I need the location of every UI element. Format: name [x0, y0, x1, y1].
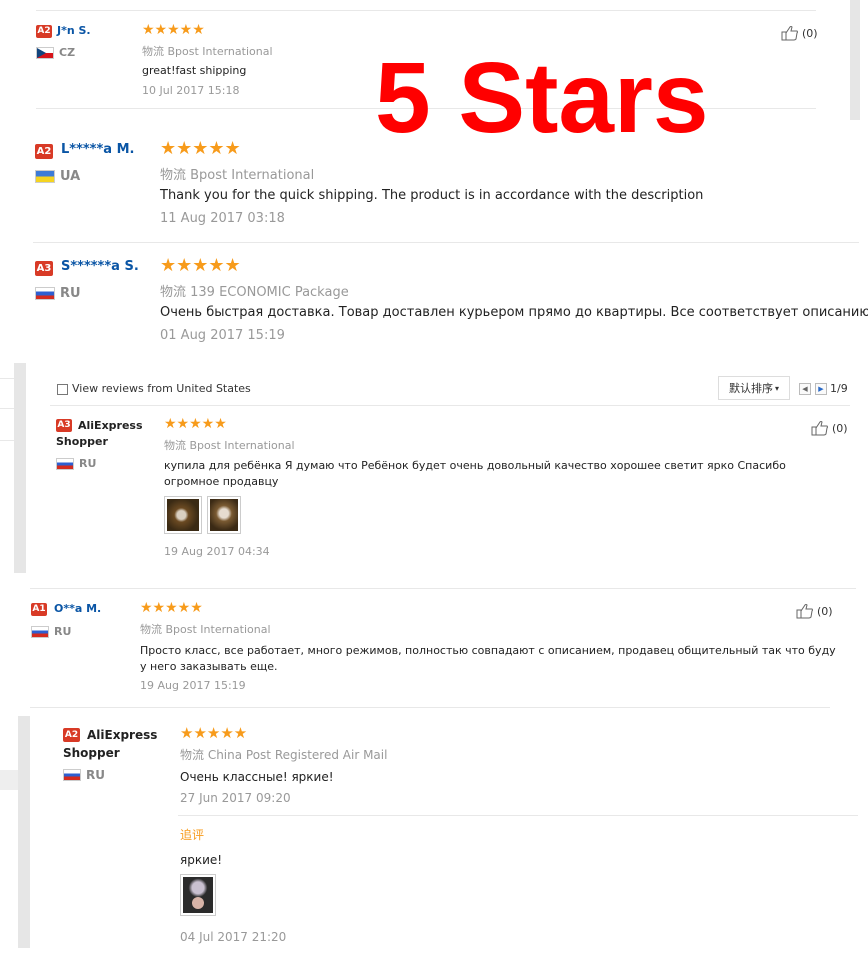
- helpful-button[interactable]: (0): [811, 420, 848, 436]
- review-date: 27 Jun 2017 09:20: [180, 791, 291, 805]
- buyer-name[interactable]: AliExpress Shopper: [56, 418, 156, 450]
- review-comment: Очень классные! яркие!: [180, 770, 334, 784]
- logistics-info: 物流 139 ECONOMIC Package: [160, 285, 349, 300]
- helpful-count: (0): [802, 26, 818, 40]
- divider: [178, 815, 858, 816]
- rating-stars: ★★★★★: [140, 600, 203, 616]
- buyer-country: RU: [35, 286, 81, 301]
- buyer-name[interactable]: L*****a M.: [61, 142, 134, 157]
- country-code: RU: [86, 768, 105, 782]
- logistics-info: 物流 Bpost International: [140, 623, 271, 636]
- chevron-left-icon: ◀: [802, 385, 808, 393]
- helpful-count: (0): [817, 604, 833, 618]
- divider: [30, 588, 856, 589]
- chevron-down-icon: ▾: [774, 383, 779, 393]
- screenshot-edge: [18, 716, 30, 948]
- buyer-level-badge: A2: [36, 25, 52, 38]
- country-code: RU: [60, 286, 81, 301]
- buyer-country: RU: [31, 625, 71, 638]
- rating-stars: ★★★★★: [160, 255, 241, 276]
- buyer-name[interactable]: J*n S.: [57, 24, 91, 37]
- buyer-country: RU: [56, 457, 96, 470]
- review-comment: Thank you for the quick shipping. The pr…: [160, 188, 704, 203]
- chevron-right-icon: ▶: [818, 385, 824, 393]
- flag-icon: [56, 457, 74, 470]
- divider: [0, 408, 14, 409]
- helpful-count: (0): [832, 421, 848, 435]
- followup-label: 追评: [180, 828, 205, 842]
- review-date: 19 Aug 2017 04:34: [164, 545, 270, 558]
- buyer-country: RU: [63, 768, 105, 782]
- review-date: 19 Aug 2017 15:19: [140, 679, 246, 692]
- filter-label[interactable]: View reviews from United States: [72, 382, 251, 395]
- review-date: 01 Aug 2017 15:19: [160, 328, 285, 343]
- divider: [0, 440, 14, 441]
- logistics-info: 物流 Bpost International: [160, 168, 315, 183]
- helpful-button[interactable]: (0): [781, 25, 818, 41]
- review-date: 10 Jul 2017 15:18: [142, 84, 240, 97]
- scroll-strip: [850, 0, 860, 120]
- filter-checkbox[interactable]: [57, 384, 68, 395]
- flag-icon: [35, 170, 55, 183]
- logistics-info: 物流 China Post Registered Air Mail: [180, 748, 388, 762]
- sort-dropdown[interactable]: 默认排序 ▾: [718, 376, 790, 400]
- country-code: UA: [60, 169, 81, 184]
- buyer-name[interactable]: AliExpress Shopper: [63, 726, 173, 762]
- buyer-country: CZ: [36, 46, 75, 59]
- review-comment: купила для ребёнка Я думаю что Ребёнок б…: [164, 459, 786, 488]
- flag-icon: [31, 625, 49, 638]
- review-photo[interactable]: [207, 496, 241, 534]
- review-comment: Просто класс, все работает, много режимо…: [140, 644, 836, 673]
- helpful-button[interactable]: (0): [796, 603, 833, 619]
- rating-stars: ★★★★★: [164, 416, 227, 432]
- divider: [0, 378, 14, 379]
- next-page-button[interactable]: ▶: [815, 383, 827, 395]
- rating-stars: ★★★★★: [180, 724, 248, 742]
- divider: [30, 707, 830, 708]
- thumbs-up-icon: [796, 603, 814, 619]
- buyer-level-badge: A1: [31, 603, 47, 616]
- flag-icon: [35, 287, 55, 300]
- page-indicator: 1/9: [830, 382, 848, 395]
- divider: [50, 405, 850, 406]
- buyer-level-badge: A3: [35, 261, 53, 276]
- buyer-level-badge: A2: [35, 144, 53, 159]
- review-date: 11 Aug 2017 03:18: [160, 211, 285, 226]
- rating-stars: ★★★★★: [142, 22, 205, 38]
- followup-comment: яркие!: [180, 853, 223, 867]
- flag-icon: [36, 46, 54, 59]
- flag-icon: [63, 769, 81, 781]
- buyer-name[interactable]: O**a M.: [54, 602, 101, 615]
- review-photo[interactable]: [180, 874, 216, 916]
- country-code: RU: [54, 625, 72, 638]
- review-comment: great!fast shipping: [142, 64, 247, 77]
- overlay-title: 5 Stars: [375, 42, 709, 154]
- rating-stars: ★★★★★: [160, 138, 241, 159]
- thumbs-up-icon: [781, 25, 799, 41]
- divider: [36, 10, 816, 11]
- buyer-name[interactable]: S******a S.: [61, 259, 139, 274]
- followup-date: 04 Jul 2017 21:20: [180, 930, 287, 944]
- review-photo[interactable]: [164, 496, 202, 534]
- logistics-info: 物流 Bpost International: [142, 45, 273, 58]
- screenshot-edge: [14, 363, 26, 573]
- buyer-country: UA: [35, 169, 80, 184]
- logistics-info: 物流 Bpost International: [164, 439, 295, 452]
- review-comment: Очень быстрая доставка. Товар доставлен …: [160, 305, 868, 320]
- thumbs-up-icon: [811, 420, 829, 436]
- country-code: CZ: [59, 46, 76, 59]
- country-code: RU: [79, 457, 97, 470]
- sort-label: 默认排序: [728, 382, 773, 395]
- divider: [33, 242, 859, 243]
- screenshot-edge: [0, 770, 18, 790]
- prev-page-button[interactable]: ◀: [799, 383, 811, 395]
